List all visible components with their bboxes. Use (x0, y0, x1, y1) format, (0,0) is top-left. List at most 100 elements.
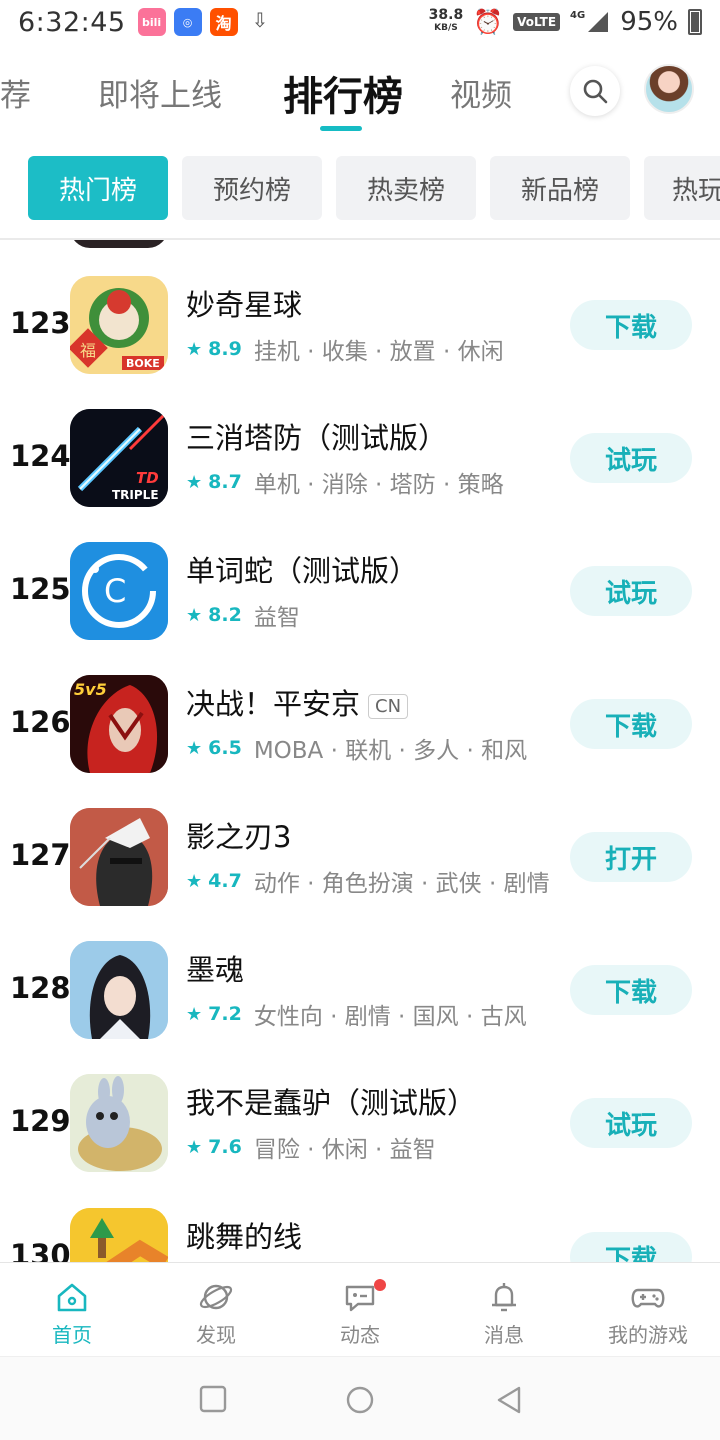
top-tab-bar: 荐 即将上线 排行榜 视频 (0, 58, 720, 138)
open-button[interactable]: 打开 (570, 832, 692, 882)
volte-badge: VoLTE (513, 13, 561, 31)
list-item[interactable]: 128 墨魂 ★ 7.2 女性向 · 剧情 · 国风 · 古风 下载 (0, 941, 720, 1074)
list-item[interactable]: 126 5v5 决战！平安京 CN ★ 6.5 MOBA · 联机 · 多人 · … (0, 675, 720, 808)
status-bar: 6:32:45 bili ◎ 淘 ⇩ 38.8 KB/S ⏰ VoLTE 4G … (0, 0, 720, 44)
game-score: 6.5 (208, 737, 242, 759)
game-meta: ★ 4.7 动作 · 角色扮演 · 武侠 · 剧情 (186, 864, 550, 898)
rank-number: 130 (10, 1238, 71, 1262)
notification-dot (374, 1279, 386, 1291)
game-meta: ★ 8.2 益智 (186, 598, 300, 632)
miaoqi-planet-icon[interactable]: 福 BOKE (70, 276, 168, 374)
dancing-line-icon[interactable] (70, 1208, 168, 1262)
rank-number: 124 (10, 439, 71, 473)
game-name[interactable]: 我不是蠢驴（测试版） (186, 1080, 476, 1122)
game-name[interactable]: 跳舞的线 (186, 1214, 302, 1256)
nav-home[interactable]: 首页 (0, 1263, 144, 1356)
list-item[interactable]: 123 福 BOKE 妙奇星球 ★ 8.9 挂机 · 收集 · 放置 · 休闲 下… (0, 276, 720, 409)
game-name[interactable]: 影之刃3 (186, 814, 291, 856)
mohun-icon[interactable] (70, 941, 168, 1039)
nav-home-label: 首页 (52, 1323, 92, 1347)
game-categories: 挂机 · 收集 · 放置 · 休闲 (253, 339, 504, 365)
planet-icon (199, 1284, 233, 1310)
game-name[interactable]: 三消塔防（测试版） (186, 415, 447, 457)
tab-recommend[interactable]: 荐 (0, 70, 31, 115)
download-button[interactable]: 下载 (570, 1232, 692, 1262)
game-meta: ★ 8.9 挂机 · 收集 · 放置 · 休闲 (186, 332, 504, 366)
active-tab-indicator (320, 126, 362, 131)
game-categories: 益智 (253, 605, 300, 631)
onmyoji-arena-icon[interactable]: 5v5 (70, 675, 168, 773)
rank-number: 126 (10, 705, 71, 739)
bottom-navigation: 首页 发现 动态 消息 我的游戏 (0, 1262, 720, 1356)
nav-discover[interactable]: 发现 (144, 1263, 288, 1356)
list-item[interactable]: 129 我不是蠢驴（测试版） ★ 7.6 冒险 · 休闲 · 益智 试玩 (0, 1074, 720, 1207)
game-score: 8.2 (208, 604, 242, 626)
list-item[interactable]: 130 跳舞的线 下载 (0, 1208, 720, 1262)
game-score: 7.2 (208, 1003, 242, 1025)
home-circle-icon[interactable] (345, 1385, 375, 1415)
network-type: 4G (570, 10, 586, 21)
chip-bestselling[interactable]: 热卖榜 (336, 156, 476, 220)
download-button[interactable]: 下载 (570, 300, 692, 350)
network-speed-value: 38.8 (428, 7, 464, 23)
chip-preorder[interactable]: 预约榜 (182, 156, 322, 220)
user-avatar[interactable] (644, 64, 694, 114)
trial-play-button[interactable]: 试玩 (570, 566, 692, 616)
tab-upcoming[interactable]: 即将上线 (98, 70, 222, 115)
download-button[interactable]: 下载 (570, 965, 692, 1015)
tab-videos[interactable]: 视频 (450, 70, 512, 115)
network-speed-unit: KB/S (434, 23, 458, 33)
chat-icon (345, 1285, 375, 1312)
star-icon: ★ (186, 870, 203, 892)
list-item[interactable]: 124 TD TRIPLE 三消塔防（测试版） ★ 8.7 单机 · 消除 · 塔… (0, 409, 720, 542)
download-button[interactable]: 下载 (570, 699, 692, 749)
tab-rankings[interactable]: 排行榜 (283, 64, 403, 122)
chip-hot-play[interactable]: 热玩 (644, 156, 720, 220)
star-icon: ★ (186, 338, 203, 360)
nav-feed[interactable]: 动态 (288, 1263, 432, 1356)
battery-icon (688, 9, 702, 35)
ranking-category-chips: 热门榜 预约榜 热卖榜 新品榜 热玩 (0, 156, 720, 222)
status-time: 6:32:45 (18, 6, 126, 38)
star-icon: ★ (186, 471, 203, 493)
trial-play-button[interactable]: 试玩 (570, 433, 692, 483)
star-icon: ★ (186, 1136, 203, 1158)
rank-number: 123 (10, 306, 71, 340)
chip-hot[interactable]: 热门榜 (28, 156, 168, 220)
triple-td-icon[interactable]: TD TRIPLE (70, 409, 168, 507)
trial-play-button[interactable]: 试玩 (570, 1098, 692, 1148)
partial-previous-icon (70, 240, 168, 248)
back-icon[interactable] (495, 1385, 523, 1415)
svg-text:TD: TD (136, 469, 159, 487)
star-icon: ★ (186, 604, 203, 626)
star-icon: ★ (186, 1003, 203, 1025)
star-icon: ★ (186, 737, 203, 759)
game-meta: ★ 6.5 MOBA · 联机 · 多人 · 和风 (186, 731, 527, 765)
game-name[interactable]: 决战！平安京 CN (186, 681, 409, 723)
list-item[interactable]: 127 影之刃3 ★ 4.7 动作 · 角色扮演 · 武侠 · 剧情 打开 (0, 808, 720, 941)
bilibili-icon: bili (137, 8, 166, 36)
recent-apps-icon[interactable] (199, 1385, 227, 1413)
shadow-blade-icon[interactable] (70, 808, 168, 906)
not-a-donkey-icon[interactable] (70, 1074, 168, 1172)
bell-icon (492, 1283, 516, 1312)
list-item[interactable]: 125 C 单词蛇（测试版） ★ 8.2 益智 试玩 (0, 542, 720, 675)
game-name[interactable]: 墨魂 (186, 947, 244, 989)
game-categories: 女性向 · 剧情 · 国风 · 古风 (253, 1004, 527, 1030)
battery-percent: 95% (620, 7, 678, 37)
nav-discover-label: 发现 (196, 1323, 236, 1347)
nav-messages[interactable]: 消息 (432, 1263, 576, 1356)
game-name[interactable]: 单词蛇（测试版） (186, 548, 418, 590)
game-score: 4.7 (208, 870, 242, 892)
region-tag: CN (368, 693, 409, 719)
chip-new[interactable]: 新品榜 (490, 156, 630, 220)
game-score: 8.9 (208, 338, 242, 360)
search-button[interactable] (570, 66, 620, 116)
nav-my-games[interactable]: 我的游戏 (576, 1263, 720, 1356)
word-snake-icon[interactable]: C (70, 542, 168, 640)
game-score: 8.7 (208, 471, 242, 493)
game-categories: MOBA · 联机 · 多人 · 和风 (253, 738, 528, 764)
search-icon (583, 79, 608, 104)
game-name[interactable]: 妙奇星球 (186, 282, 302, 324)
signal-icon: 4G (570, 10, 610, 34)
